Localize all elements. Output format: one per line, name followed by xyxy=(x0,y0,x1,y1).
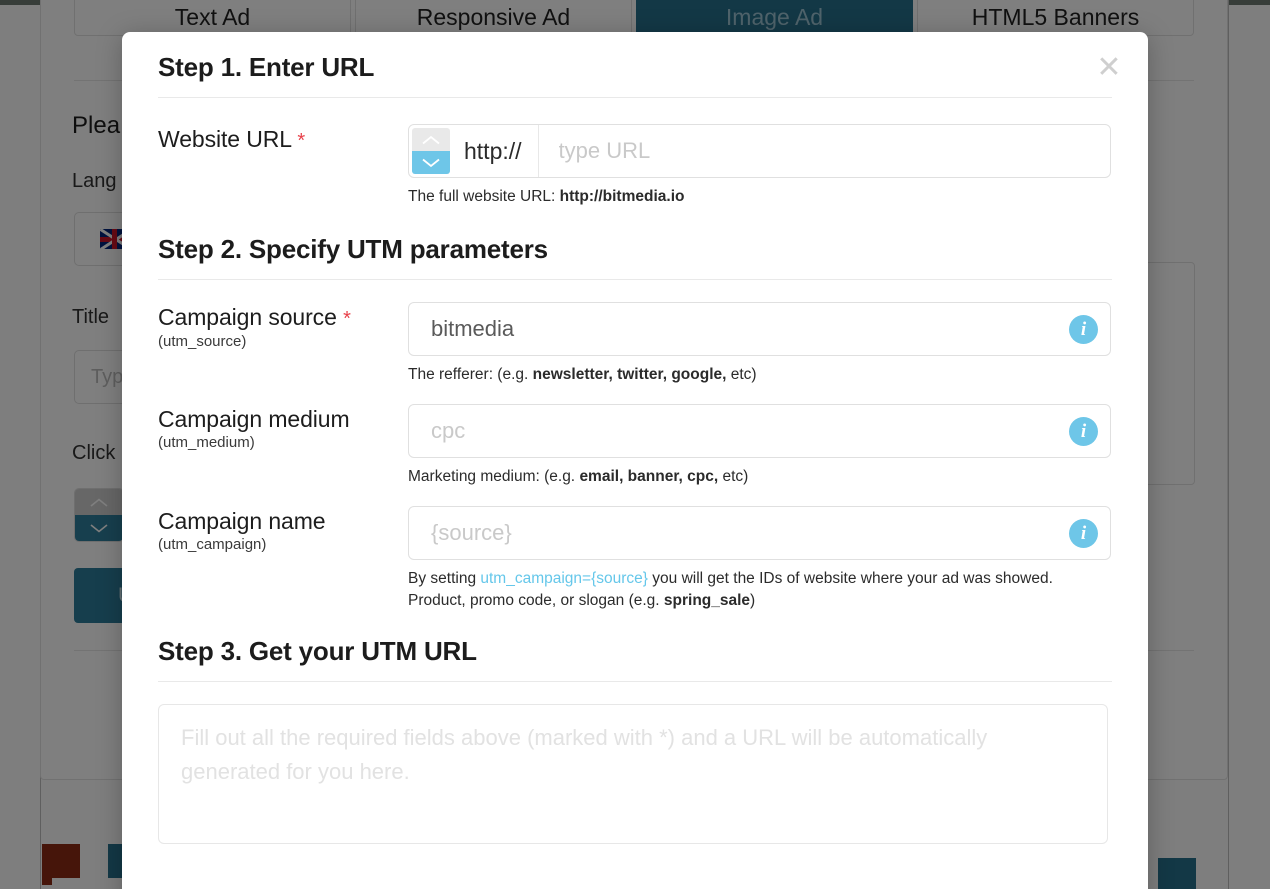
website-url-input[interactable] xyxy=(538,125,1110,177)
protocol-selector[interactable]: http:// xyxy=(409,125,539,177)
info-icon[interactable]: i xyxy=(1069,417,1098,446)
campaign-name-input[interactable] xyxy=(408,506,1111,560)
website-url-hint: The full website URL: http://bitmedia.io xyxy=(408,188,685,205)
protocol-spinner[interactable] xyxy=(412,128,450,174)
step2-title: Step 2. Specify UTM parameters xyxy=(158,234,548,264)
campaign-medium-label: Campaign medium xyxy=(158,406,350,432)
campaign-name-hint: By setting utm_campaign={source} you wil… xyxy=(408,570,1053,609)
required-marker: * xyxy=(343,308,351,330)
website-url-combo[interactable]: http:// xyxy=(408,124,1111,178)
campaign-name-param: (utm_campaign) xyxy=(158,536,267,554)
step2-divider xyxy=(158,279,1112,280)
step3-title: Step 3. Get your UTM URL xyxy=(158,636,477,666)
info-icon[interactable]: i xyxy=(1069,519,1098,548)
campaign-medium-hint: Marketing medium: (e.g. email, banner, c… xyxy=(408,468,749,485)
chevron-up-icon[interactable] xyxy=(412,128,450,151)
campaign-source-input[interactable] xyxy=(408,302,1111,356)
required-marker: * xyxy=(297,130,306,152)
campaign-source-param: (utm_source) xyxy=(158,333,247,350)
protocol-value: http:// xyxy=(464,137,522,164)
step3-divider xyxy=(158,681,1112,682)
info-icon[interactable]: i xyxy=(1069,315,1098,344)
chevron-down-icon[interactable] xyxy=(412,151,450,174)
step1-title: Step 1. Enter URL xyxy=(158,52,375,82)
utm-campaign-link[interactable]: utm_campaign={source} xyxy=(480,570,648,587)
campaign-source-hint: The refferer: (e.g. newsletter, twitter,… xyxy=(408,366,757,383)
step1-divider xyxy=(158,97,1112,98)
close-icon[interactable]: ✕ xyxy=(1092,52,1126,86)
website-url-label: Website URL * xyxy=(158,126,306,152)
utm-result-textarea[interactable] xyxy=(158,704,1108,844)
utm-builder-modal: ✕ Step 1. Enter URL Website URL * http:/… xyxy=(122,32,1148,889)
website-url-hint-example: http://bitmedia.io xyxy=(559,188,685,205)
campaign-medium-input[interactable] xyxy=(408,404,1111,458)
campaign-source-label: Campaign source * xyxy=(158,304,351,330)
screen-root: Text Ad Responsive Ad Image Ad HTML5 Ban… xyxy=(0,0,1270,889)
campaign-name-label: Campaign name xyxy=(158,508,326,534)
campaign-medium-param: (utm_medium) xyxy=(158,434,255,452)
